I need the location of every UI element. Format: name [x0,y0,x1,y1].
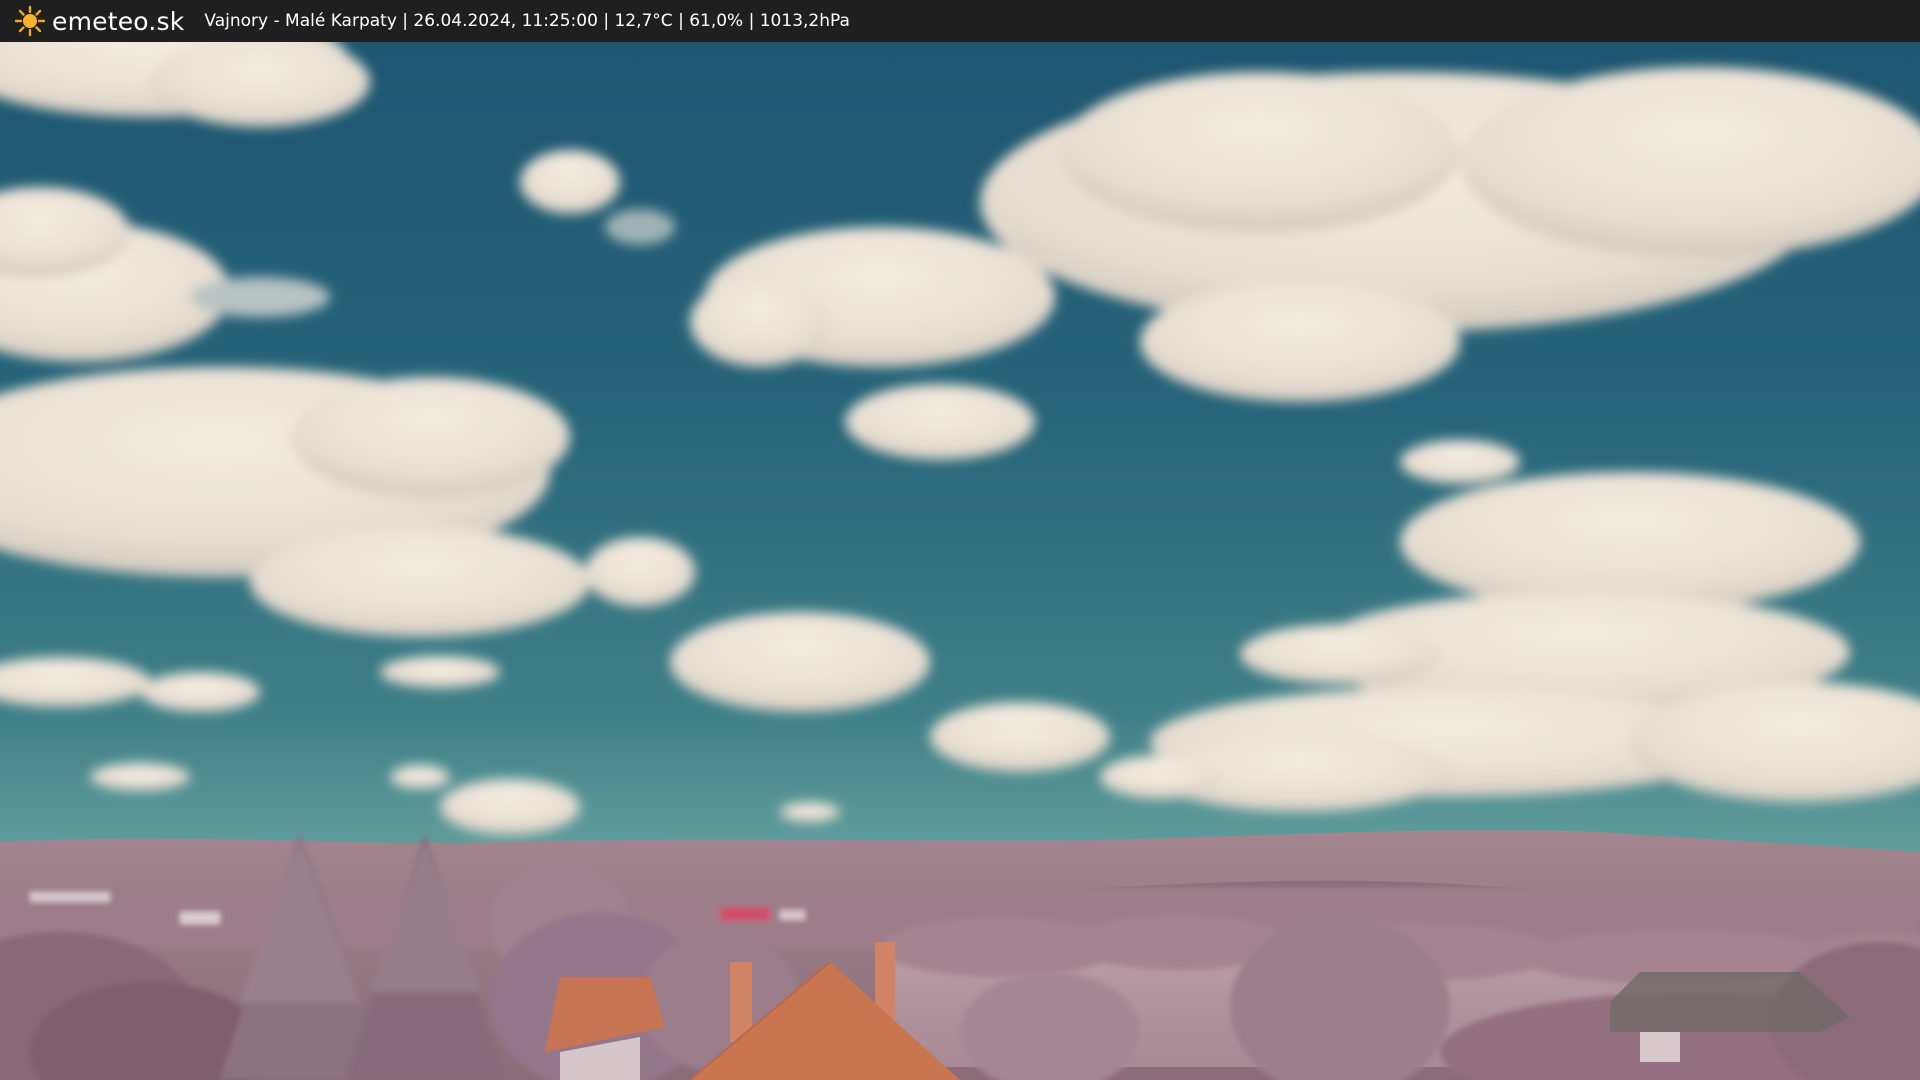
webcam-frame: emeteo.sk Vajnory - Malé Karpaty | 26.04… [0,0,1920,1080]
title-bar: emeteo.sk Vajnory - Malé Karpaty | 26.04… [0,0,1920,42]
sun-icon [14,5,46,37]
webcam-caption: Vajnory - Malé Karpaty | 26.04.2024, 11:… [204,11,850,31]
webcam-image [0,42,1920,1080]
site-name: emeteo.sk [52,6,185,36]
site-logo[interactable]: emeteo.sk [14,0,184,42]
